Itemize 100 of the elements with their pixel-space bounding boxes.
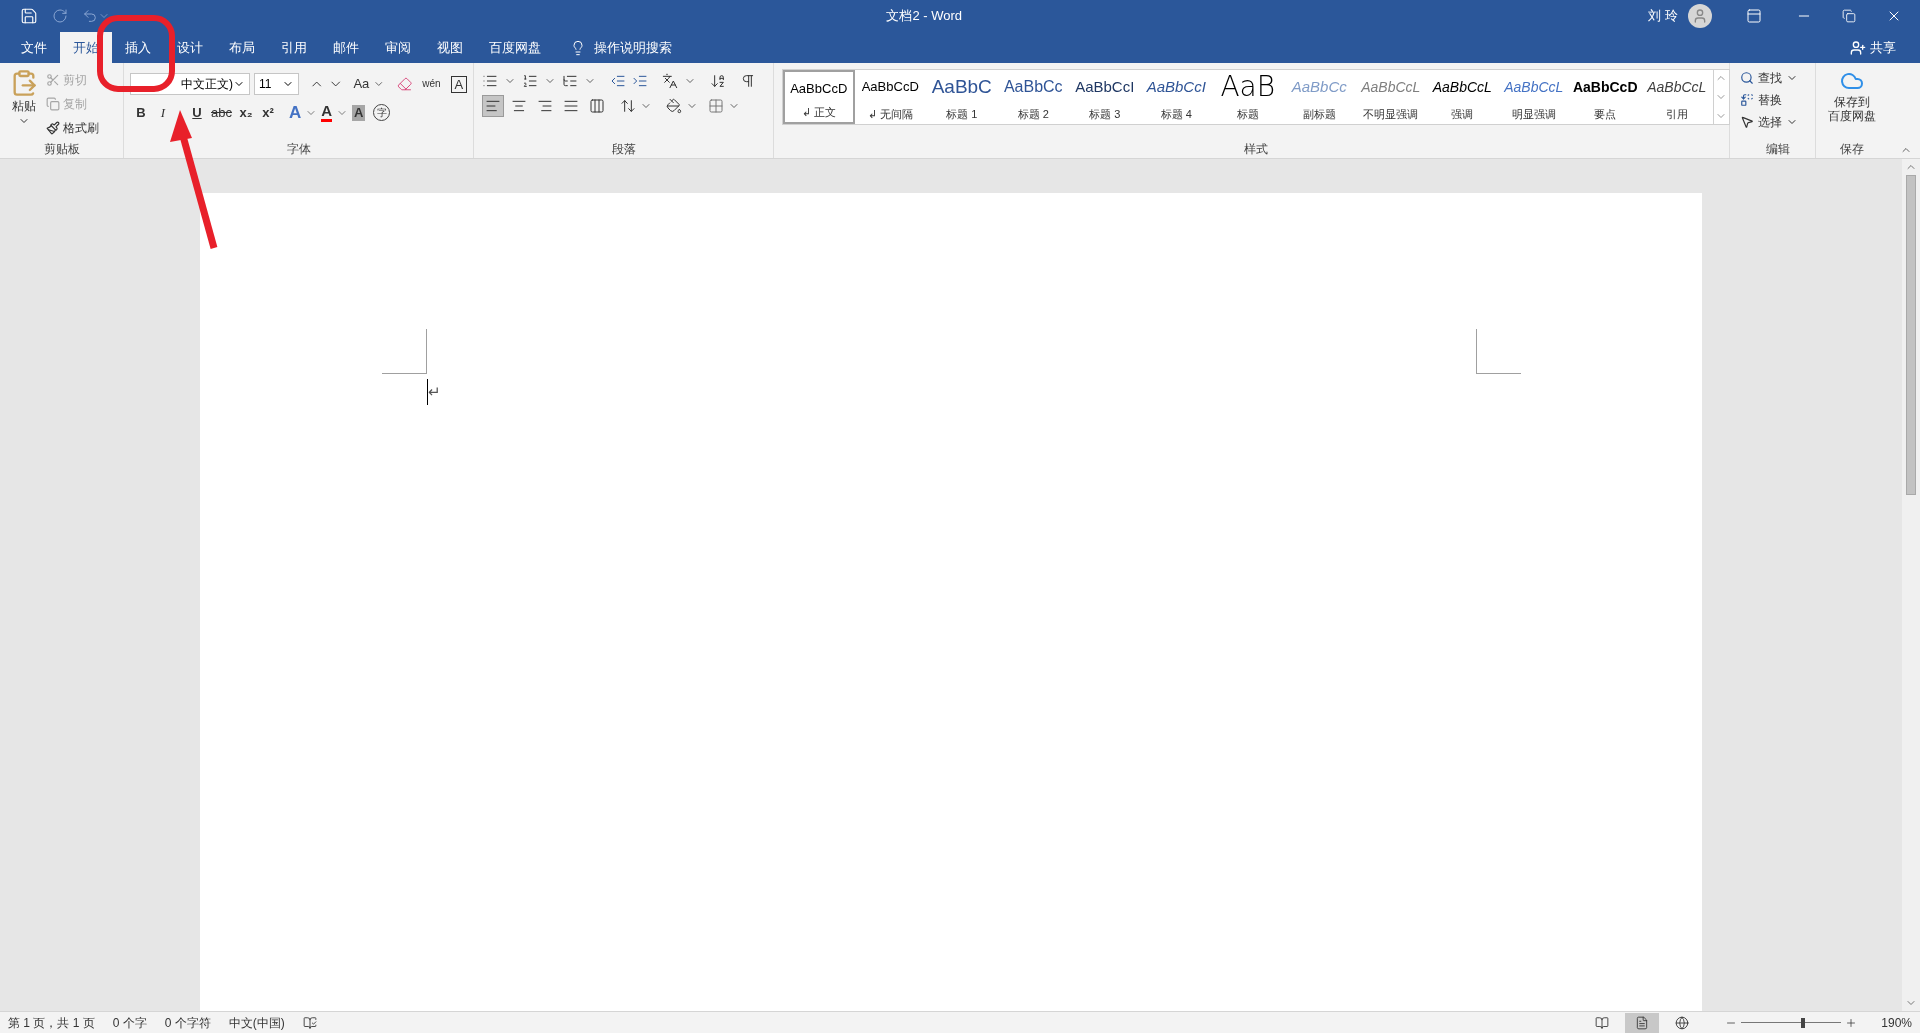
bullets-icon[interactable]	[482, 73, 498, 89]
page-count[interactable]: 第 1 页，共 1 页	[8, 1013, 95, 1032]
ribbon-tab[interactable]: 插入	[112, 32, 164, 63]
align-icon	[511, 98, 527, 114]
style-gallery-item[interactable]: AaB 标题	[1212, 70, 1284, 124]
style-gallery-item[interactable]: AaBbCcI 标题 4	[1140, 70, 1212, 124]
margin-corner	[1476, 329, 1521, 374]
show-marks-icon[interactable]	[740, 73, 756, 89]
sort-icon[interactable]	[710, 73, 726, 89]
share-button[interactable]: 共享	[1850, 32, 1920, 63]
style-gallery-item[interactable]: AaBbCcL 明显强调	[1498, 70, 1570, 124]
view-button[interactable]	[1625, 1012, 1660, 1033]
align-icon	[563, 98, 579, 114]
eraser-icon[interactable]	[396, 76, 413, 92]
scissors-icon	[46, 73, 60, 87]
style-gallery-item[interactable]: AaBbCcD ↲ 无间隔	[854, 70, 926, 124]
save-to-cloud-button[interactable]: 保存到 百度网盘	[1828, 69, 1876, 140]
increase-indent-icon[interactable]	[632, 73, 648, 89]
lightbulb-icon[interactable]	[570, 39, 586, 56]
replace-button[interactable]: 替换	[1740, 89, 1815, 111]
zoom-percent[interactable]: 190%	[1881, 1013, 1912, 1032]
ribbon-tab[interactable]: 设计	[164, 32, 216, 63]
font-style-button[interactable]: A	[321, 103, 333, 123]
group-label: 剪贴板	[43, 141, 80, 158]
text-direction-icon[interactable]	[662, 73, 678, 89]
style-gallery-item[interactable]: AaBbCc 副标题	[1283, 70, 1355, 124]
alignment-button[interactable]	[482, 95, 504, 117]
style-gallery-item[interactable]: AaBbCcD ↲ 正文	[783, 70, 855, 124]
copy-icon	[46, 97, 60, 111]
format-button[interactable]: x²	[256, 100, 279, 125]
font-style-button[interactable]: A	[352, 104, 366, 121]
format-button[interactable]: I	[152, 100, 174, 125]
style-gallery-item[interactable]: AaBbCc 标题 2	[997, 70, 1069, 124]
zoom-slider[interactable]	[1741, 1017, 1842, 1028]
tell-me-search[interactable]: 操作说明搜索	[594, 37, 672, 58]
char-count[interactable]: 0 个字符	[164, 1013, 211, 1032]
language-indicator[interactable]: 中文(中国)	[228, 1013, 285, 1032]
redo-icon[interactable]	[52, 8, 68, 24]
group-label: 样式	[1243, 141, 1268, 158]
save-icon[interactable]	[20, 7, 38, 25]
character-border-button[interactable]: A	[450, 75, 467, 93]
word-count[interactable]: 0 个字	[112, 1013, 147, 1032]
numbering-icon[interactable]	[522, 73, 538, 89]
borders-icon[interactable]	[708, 98, 724, 114]
phonetic-guide-button[interactable]: wén	[422, 79, 441, 89]
page-icon	[1635, 1015, 1650, 1030]
zoom-in-icon[interactable]	[1845, 1016, 1858, 1029]
restore-icon[interactable]	[1842, 9, 1856, 23]
select-button[interactable]: 选择	[1740, 111, 1815, 133]
align-icon	[589, 98, 605, 114]
ribbon-tab[interactable]: 布局	[216, 32, 268, 63]
multilevel-list-icon[interactable]	[562, 73, 578, 89]
pointer-icon	[1740, 115, 1754, 129]
group-label: 保存	[1840, 141, 1864, 158]
ribbon-tab[interactable]: 视图	[424, 32, 476, 63]
format-button[interactable]: abc	[208, 100, 235, 125]
change-case-button[interactable]: Aa	[353, 74, 370, 94]
find-button[interactable]: 查找	[1740, 67, 1815, 89]
line-spacing-icon[interactable]	[620, 98, 636, 114]
format-button[interactable]: U	[186, 100, 208, 125]
style-gallery-item[interactable]: AaBbCcL 引用	[1641, 70, 1713, 124]
book-icon	[1595, 1015, 1610, 1030]
font-size-field[interactable]: 11	[254, 73, 299, 95]
decrease-indent-icon[interactable]	[610, 73, 626, 89]
style-gallery-item[interactable]: AaBbCcL 不明显强调	[1355, 70, 1427, 124]
paragraph-mark: ↵	[428, 381, 441, 402]
clipboard-button[interactable]: 格式刷	[46, 117, 99, 139]
ribbon-tab[interactable]: 文件	[8, 32, 60, 63]
format-button[interactable]: x₂	[234, 100, 257, 125]
avatar-icon[interactable]	[1688, 4, 1712, 28]
style-gallery-item[interactable]: AaBbCcD 要点	[1569, 70, 1641, 124]
ribbon-tab[interactable]: 邮件	[320, 32, 372, 63]
ribbon-tab[interactable]: 引用	[268, 32, 320, 63]
person-plus-icon	[1850, 39, 1866, 56]
align-icon	[537, 98, 553, 114]
format-button[interactable]: B	[130, 100, 152, 125]
paintbrush-icon	[46, 121, 60, 135]
paste-button[interactable]: 粘贴	[10, 69, 38, 140]
paint-bucket-icon[interactable]	[666, 98, 682, 114]
style-gallery-item[interactable]: AaBbC 标题 1	[926, 70, 998, 124]
replace-icon	[1740, 93, 1754, 107]
window-title: 文档2 - Word	[886, 7, 962, 26]
margin-corner	[382, 329, 427, 374]
font-style-button[interactable]: A	[288, 100, 302, 126]
zoom-thumb[interactable]	[1801, 1017, 1806, 1028]
text-cursor	[427, 379, 428, 405]
group-label: 编辑	[1765, 141, 1790, 158]
style-gallery-item[interactable]: AaBbCcL 强调	[1426, 70, 1498, 124]
ribbon-tab[interactable]: 百度网盘	[476, 32, 554, 63]
undo-icon[interactable]	[82, 8, 98, 24]
ribbon-display-icon[interactable]	[1746, 8, 1762, 24]
ribbon-tab[interactable]: 审阅	[372, 32, 424, 63]
globe-icon	[1675, 1015, 1690, 1030]
proofing-icon[interactable]	[302, 1015, 317, 1030]
user-name: 刘 玲	[1648, 7, 1678, 26]
vertical-scrollbar[interactable]	[1902, 159, 1920, 1011]
group-label: 字体	[286, 141, 311, 158]
style-gallery-item[interactable]: AaBbCcI 标题 3	[1069, 70, 1141, 124]
group-label: 段落	[611, 141, 636, 158]
scroll-thumb[interactable]	[1906, 175, 1916, 495]
